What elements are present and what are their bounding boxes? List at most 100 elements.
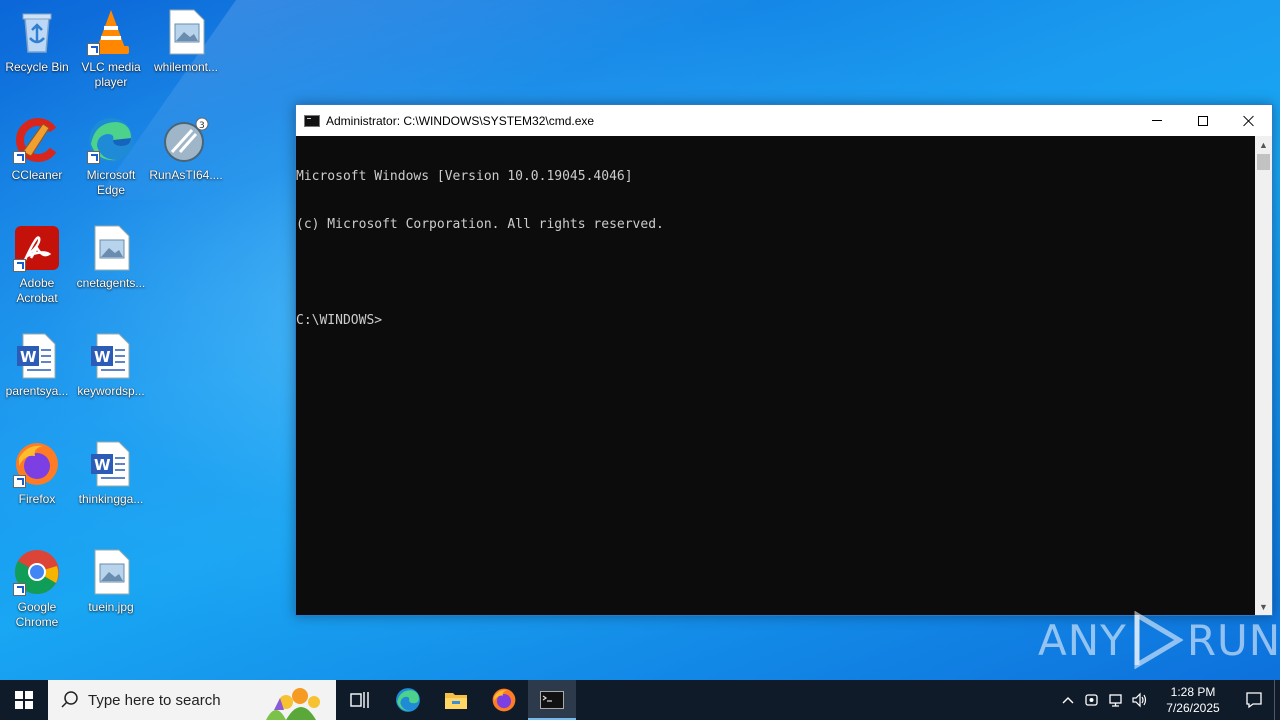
image-file-icon: [87, 548, 135, 596]
svg-text:W: W: [94, 348, 111, 366]
svg-text:W: W: [94, 456, 111, 474]
console-line: Microsoft Windows [Version 10.0.19045.40…: [296, 169, 633, 184]
action-center-button[interactable]: [1234, 680, 1274, 720]
svg-text:3: 3: [199, 121, 205, 131]
volume-button[interactable]: [1128, 680, 1152, 720]
meet-now-icon: [1085, 694, 1098, 706]
maximize-icon: [1198, 115, 1208, 126]
watermark-text-left: ANY: [1038, 615, 1127, 665]
taskbar-search-box[interactable]: Type here to search: [48, 680, 336, 720]
search-icon: [61, 691, 78, 708]
desktop-icon-google-chrome[interactable]: Google Chrome: [0, 542, 74, 646]
icon-label: RunAsTI64....: [149, 168, 223, 182]
desktop-icon-firefox[interactable]: Firefox: [0, 434, 74, 538]
vertical-scrollbar[interactable]: ▲ ▼: [1255, 136, 1272, 615]
cmd-window[interactable]: Administrator: C:\WINDOWS\SYSTEM32\cmd.e…: [295, 104, 1273, 616]
icon-label: Firefox: [18, 492, 56, 506]
minimize-button[interactable]: [1134, 105, 1180, 136]
word-doc-icon: W: [87, 440, 135, 488]
vlc-icon: [87, 8, 135, 56]
show-hidden-icons-button[interactable]: [1056, 680, 1080, 720]
scroll-up-arrow-icon[interactable]: ▲: [1255, 136, 1272, 153]
desktop: Recycle Bin CCleaner Adobe Acrobat W par…: [0, 0, 1280, 680]
icon-label: VLC media player: [81, 60, 141, 89]
desktop-icon-cnetagents[interactable]: cnetagents...: [74, 218, 148, 322]
cmd-title-bar[interactable]: Administrator: C:\WINDOWS\SYSTEM32\cmd.e…: [296, 105, 1272, 136]
task-view-icon: [350, 692, 369, 708]
desktop-icon-whilemont[interactable]: whilemont...: [149, 2, 223, 106]
desktop-icon-tuein[interactable]: tuein.jpg: [74, 542, 148, 646]
cmd-icon: [540, 691, 564, 709]
watermark-text-right: RUN: [1186, 615, 1280, 665]
search-highlight-flowers-icon: [266, 688, 320, 720]
desktop-icon-thinkingga[interactable]: W thinkingga...: [74, 434, 148, 538]
chrome-icon: [13, 548, 61, 596]
play-logo-icon: [1134, 611, 1183, 669]
console-prompt: C:\WINDOWS>: [296, 313, 383, 328]
shortcut-arrow-icon: [13, 259, 26, 272]
icon-label: Adobe Acrobat: [16, 276, 58, 305]
taskbar-firefox-button[interactable]: [480, 680, 528, 720]
desktop-icon-vlc[interactable]: VLC media player: [74, 2, 148, 106]
system-tray: 1:28 PM 7/26/2025: [1056, 680, 1280, 720]
icon-label: keywordsp...: [77, 384, 145, 398]
ccleaner-icon: [13, 116, 61, 164]
icon-label: Microsoft Edge: [86, 168, 136, 197]
runasti-icon: 3: [162, 116, 210, 164]
desktop-icon-ccleaner[interactable]: CCleaner: [0, 110, 74, 214]
taskbar-file-explorer-button[interactable]: [432, 680, 480, 720]
file-explorer-icon: [445, 693, 467, 709]
speaker-icon: [1132, 692, 1147, 708]
icon-label: parentsya...: [5, 384, 69, 398]
search-placeholder: Type here to search: [88, 691, 221, 709]
svg-text:W: W: [20, 348, 37, 366]
firefox-icon: [13, 440, 61, 488]
shortcut-arrow-icon: [13, 475, 26, 488]
notification-icon: [1246, 692, 1262, 709]
image-file-icon: [162, 8, 210, 56]
network-button[interactable]: [1104, 680, 1128, 720]
edge-icon: [87, 116, 135, 164]
desktop-icon-keywordsp[interactable]: W keywordsp...: [74, 326, 148, 430]
desktop-icon-parentsya[interactable]: W parentsya...: [0, 326, 74, 430]
desktop-icon-microsoft-edge[interactable]: Microsoft Edge: [74, 110, 148, 214]
taskbar-cmd-button[interactable]: [528, 680, 576, 720]
show-desktop-button[interactable]: [1274, 680, 1280, 720]
icon-label: Google Chrome: [15, 600, 59, 629]
scroll-thumb[interactable]: [1257, 154, 1270, 170]
recycle-bin-icon: [13, 8, 61, 56]
icon-label: CCleaner: [11, 168, 63, 182]
network-icon: [1109, 694, 1122, 707]
taskbar: Type here to search 1:28 PM 7/26/2025: [0, 680, 1280, 720]
console-output[interactable]: Microsoft Windows [Version 10.0.19045.40…: [296, 136, 1256, 615]
acrobat-icon: [13, 224, 61, 272]
shortcut-arrow-icon: [13, 583, 26, 596]
chevron-up-icon: [1062, 697, 1074, 704]
icon-label: tuein.jpg: [88, 600, 134, 614]
taskbar-edge-button[interactable]: [384, 680, 432, 720]
icon-label: Recycle Bin: [5, 60, 69, 74]
windows-logo-icon: [15, 691, 33, 709]
anyrun-watermark: ANY RUN: [1038, 610, 1280, 670]
clock-date: 7/26/2025: [1166, 701, 1220, 715]
close-icon: [1243, 115, 1255, 127]
word-doc-icon: W: [13, 332, 61, 380]
tray-app-button[interactable]: [1080, 680, 1104, 720]
cmd-icon: [304, 114, 320, 127]
desktop-icon-recycle-bin[interactable]: Recycle Bin: [0, 2, 74, 106]
close-button[interactable]: [1226, 105, 1272, 136]
start-button[interactable]: [0, 680, 48, 720]
word-doc-icon: W: [87, 332, 135, 380]
desktop-icon-adobe-acrobat[interactable]: Adobe Acrobat: [0, 218, 74, 322]
shortcut-arrow-icon: [87, 151, 100, 164]
task-view-button[interactable]: [336, 680, 384, 720]
icon-label: cnetagents...: [76, 276, 146, 290]
maximize-button[interactable]: [1180, 105, 1226, 136]
image-file-icon: [87, 224, 135, 272]
window-title: Administrator: C:\WINDOWS\SYSTEM32\cmd.e…: [326, 113, 595, 128]
taskbar-clock[interactable]: 1:28 PM 7/26/2025: [1158, 684, 1228, 716]
firefox-icon: [492, 688, 516, 712]
minimize-icon: [1152, 120, 1162, 121]
edge-icon: [396, 688, 420, 712]
desktop-icon-runasti64[interactable]: 3 RunAsTI64....: [149, 110, 223, 214]
